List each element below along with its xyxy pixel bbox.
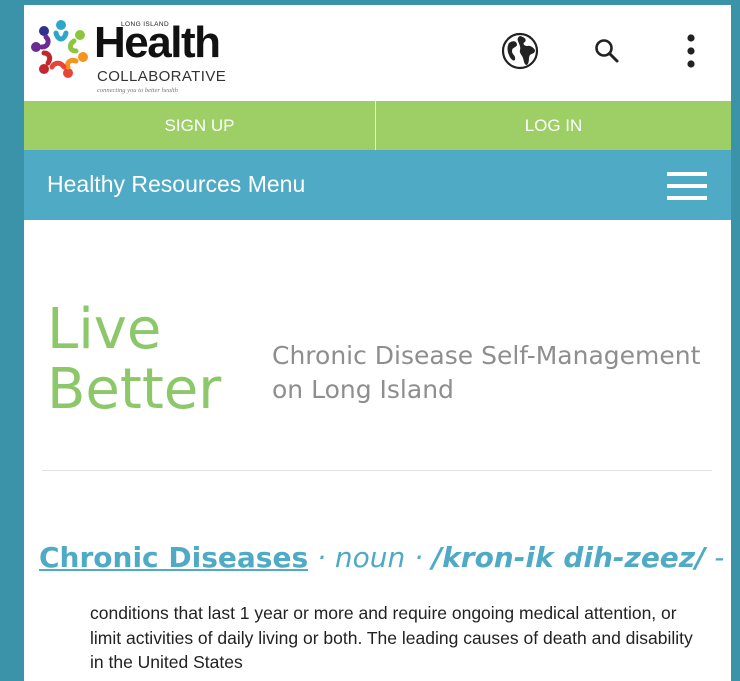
logo-people-icon [31, 20, 88, 78]
auth-bar: SIGN UP LOG IN [24, 101, 731, 150]
definition-dash: - [705, 541, 725, 574]
site-header: LONG ISLAND Health COLLABORATIVE connect… [24, 5, 731, 101]
definition-term-link[interactable]: Chronic Diseases [39, 541, 308, 574]
definition-body: conditions that last 1 year or more and … [90, 603, 693, 672]
hero-heading-line1: Live [47, 297, 162, 362]
hamburger-icon[interactable] [667, 172, 707, 200]
search-icon[interactable] [587, 31, 627, 71]
definition-part-of-speech: · noun · [308, 541, 432, 574]
site-logo[interactable]: LONG ISLAND Health COLLABORATIVE connect… [28, 11, 243, 97]
page: LONG ISLAND Health COLLABORATIVE connect… [24, 5, 731, 681]
resources-menu-bar: Healthy Resources Menu [24, 150, 731, 220]
resources-menu-title[interactable]: Healthy Resources Menu [47, 150, 305, 218]
hero-heading: Live Better [47, 300, 221, 420]
hero-subtitle: Chronic Disease Self-Management on Long … [272, 341, 701, 404]
section-divider [42, 470, 712, 471]
logo-name: Health [94, 18, 221, 67]
logo-subname: COLLABORATIVE [97, 68, 227, 85]
sign-up-button[interactable]: SIGN UP [24, 101, 376, 150]
more-vertical-icon[interactable] [671, 31, 711, 71]
logo-tagline: connecting you to better health [97, 87, 178, 94]
hero-heading-line2: Better [47, 357, 222, 422]
globe-icon[interactable] [500, 31, 540, 71]
log-in-button[interactable]: LOG IN [376, 101, 731, 150]
definition-pronunciation: /kron-ik dih-zeez/ [431, 541, 706, 574]
definition-heading: Chronic Diseases · noun · /kron-ik dih-z… [39, 538, 724, 578]
